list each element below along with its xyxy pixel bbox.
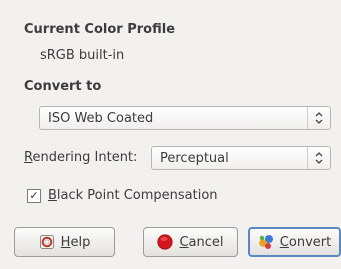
rendering-intent-selected-value: Perceptual — [160, 150, 229, 166]
rendering-intent-select[interactable]: Perceptual — [151, 146, 331, 170]
current-profile-value: sRGB built-in — [40, 48, 125, 63]
black-point-compensation-label: Black Point Compensation — [48, 188, 218, 203]
help-icon — [39, 235, 54, 249]
help-button-label: Help — [60, 234, 91, 250]
cancel-icon — [157, 234, 174, 250]
chevron-updown-icon — [307, 107, 330, 129]
convert-icon — [258, 235, 273, 249]
help-button[interactable]: Help — [14, 227, 115, 257]
convert-to-selected-value: ISO Web Coated — [48, 110, 154, 126]
chevron-updown-icon — [307, 147, 330, 169]
current-color-profile-title: Current Color Profile — [24, 22, 176, 37]
convert-button-label: Convert — [279, 234, 332, 250]
convert-button[interactable]: Convert — [248, 227, 341, 257]
checkbox-check-icon[interactable]: ✓ — [27, 188, 41, 203]
convert-to-title: Convert to — [24, 79, 102, 94]
rendering-intent-label: Rendering Intent: — [24, 150, 138, 165]
convert-to-profile-select[interactable]: ISO Web Coated — [39, 106, 331, 130]
cancel-button[interactable]: Cancel — [143, 227, 238, 257]
cancel-button-label: Cancel — [179, 234, 224, 250]
black-point-compensation-checkbox[interactable]: ✓ Black Point Compensation — [27, 188, 218, 203]
